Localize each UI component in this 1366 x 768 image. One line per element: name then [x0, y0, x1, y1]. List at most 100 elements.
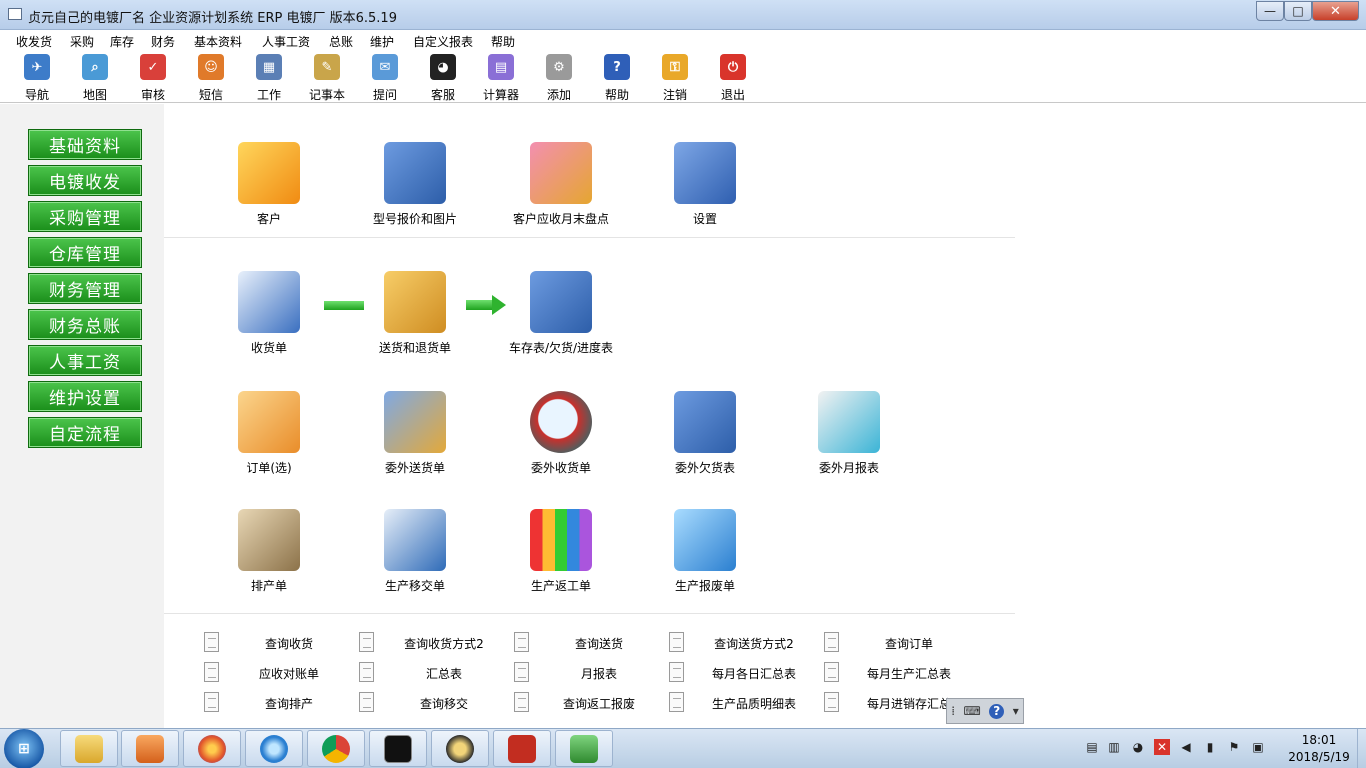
query-label: 查询收货 [264, 637, 313, 651]
toolbar-logout-button[interactable]: ⚿ 注销 [650, 54, 700, 102]
toolbar-work-button[interactable]: ▦ 工作 [244, 54, 294, 102]
menu-item-custom-reports[interactable]: 自定义报表 [413, 33, 473, 50]
taskbar-app-chrome[interactable] [307, 730, 365, 767]
menu-item-shipping[interactable]: 收发货 [16, 33, 52, 50]
toolbar-exit-button[interactable]: ⏻ 退出 [708, 54, 758, 102]
query-link[interactable]: 查询排产 [204, 690, 354, 718]
query-label: 查询返工报废 [562, 697, 635, 711]
maximize-button[interactable]: □ [1284, 1, 1312, 21]
query-link[interactable]: 每月各日汇总表 [669, 660, 819, 688]
chevron-down-icon[interactable]: ▾ [1013, 704, 1019, 718]
toolbar-calculator-button[interactable]: ▤ 计算器 [476, 54, 526, 102]
menu-item-maintenance[interactable]: 维护 [370, 33, 394, 50]
taskbar-app-filezilla[interactable] [493, 730, 551, 767]
delivery-return-tile[interactable]: 送货和退货单 [340, 271, 490, 361]
stock-backorder-progress-tile[interactable]: 车存表/欠货/进度表 [486, 271, 636, 361]
query-link[interactable]: 应收对账单 [204, 660, 354, 688]
toolbar-sms-button[interactable]: ☺ 短信 [186, 54, 236, 102]
help-icon[interactable]: ? [989, 703, 1005, 719]
settings-tile[interactable]: 设置 [630, 142, 780, 232]
help-icon: ? [604, 54, 630, 80]
query-link[interactable]: 查询返工报废 [514, 690, 664, 718]
action-center-icon[interactable]: ⚑ [1226, 739, 1242, 755]
clock-time[interactable]: 18:01 [1294, 733, 1344, 747]
outsource-backorder-tile[interactable]: 委外欠货表 [630, 391, 780, 481]
outsource-receiving-tile[interactable]: 委外收货单 [486, 391, 636, 481]
outsource-monthly-report-tile[interactable]: 委外月报表 [774, 391, 924, 481]
production-rework-tile[interactable]: 生产返工单 [486, 509, 636, 599]
query-label: 每月生产汇总表 [866, 667, 951, 681]
sidebar-basic-data-button[interactable]: 基础资料 [28, 129, 142, 160]
toolbar-map-button[interactable]: ⌕ 地图 [70, 54, 120, 102]
menu-item-basic-data[interactable]: 基本资料 [194, 33, 242, 50]
volume-icon[interactable]: ◀ [1178, 739, 1194, 755]
sidebar-purchase-button[interactable]: 采购管理 [28, 201, 142, 232]
query-link[interactable]: 查询订单 [824, 630, 974, 658]
minimize-button[interactable]: — [1256, 1, 1284, 21]
menu-item-inventory[interactable]: 库存 [110, 33, 134, 50]
toolbar-notepad-button[interactable]: ✎ 记事本 [302, 54, 352, 102]
taskbar-app-cmd[interactable] [369, 730, 427, 767]
outsource-delivery-tile[interactable]: 委外送货单 [340, 391, 490, 481]
toolbar-question-button[interactable]: ✉ 提问 [360, 54, 410, 102]
query-link[interactable]: 查询送货方式2 [669, 630, 819, 658]
sidebar-warehouse-button[interactable]: 仓库管理 [28, 237, 142, 268]
ime-toolbar[interactable]: ⁞ ⌨ ? ▾ [946, 698, 1024, 724]
production-schedule-tile[interactable]: 排产单 [194, 509, 344, 599]
sidebar-finance-button[interactable]: 财务管理 [28, 273, 142, 304]
query-link[interactable]: 查询移交 [359, 690, 509, 718]
sidebar-payroll-button[interactable]: 人事工资 [28, 345, 142, 376]
query-link[interactable]: 查询收货 [204, 630, 354, 658]
navigation-icon: ✈ [24, 54, 50, 80]
customer-tile[interactable]: 客户 [194, 142, 344, 232]
receivable-month-end-tile[interactable]: 客户应收月末盘点 [486, 142, 636, 232]
tile-label: 排产单 [250, 579, 287, 593]
query-link[interactable]: 查询收货方式2 [359, 630, 509, 658]
notepad-icon: ✎ [314, 54, 340, 80]
toolbar-navigate-button[interactable]: ✈ 导航 [12, 54, 62, 102]
menu-item-help[interactable]: 帮助 [491, 33, 515, 50]
taskbar-app-media-player[interactable] [121, 730, 179, 767]
usb-device-icon[interactable]: ▣ [1250, 739, 1266, 755]
taskbar-app-firefox[interactable] [183, 730, 241, 767]
tray-network-drive-icon[interactable]: ▥ [1106, 739, 1122, 755]
taskbar-app-explorer[interactable] [60, 730, 118, 767]
menu-item-finance[interactable]: 财务 [151, 33, 175, 50]
production-transfer-tile[interactable]: 生产移交单 [340, 509, 490, 599]
close-button[interactable]: ✕ [1312, 1, 1359, 21]
menu-item-ledger[interactable]: 总账 [329, 33, 353, 50]
tray-qq-icon[interactable]: ◕ [1130, 739, 1146, 755]
clock-date[interactable]: 2018/5/19 [1282, 750, 1356, 764]
production-scrap-tile[interactable]: 生产报废单 [630, 509, 780, 599]
windows-logo-icon: ⊞ [18, 741, 30, 757]
query-link[interactable]: 查询送货 [514, 630, 664, 658]
show-desktop-button[interactable] [1357, 729, 1366, 768]
taskbar-app-excel[interactable] [555, 730, 613, 767]
model-quote-tile[interactable]: 型号报价和图片 [340, 142, 490, 232]
query-link[interactable]: 每月生产汇总表 [824, 660, 974, 688]
menu-item-payroll[interactable]: 人事工资 [262, 33, 310, 50]
toolbar-help-button[interactable]: ? 帮助 [592, 54, 642, 102]
order-tile[interactable]: 订单(选) [194, 391, 344, 481]
keyboard-icon[interactable]: ⌨ [964, 704, 981, 718]
query-link[interactable]: 汇总表 [359, 660, 509, 688]
taskbar-app-ie[interactable] [245, 730, 303, 767]
tile-label: 生产返工单 [530, 579, 591, 593]
start-button[interactable]: ⊞ [4, 729, 44, 768]
tray-printer-icon[interactable]: ▤ [1084, 739, 1100, 755]
taskbar-app-ultraedit[interactable] [431, 730, 489, 767]
receiving-tile[interactable]: 收货单 [194, 271, 344, 361]
menu-item-purchase[interactable]: 采购 [70, 33, 94, 50]
sidebar-maintenance-button[interactable]: 维护设置 [28, 381, 142, 412]
tray-antivirus-icon[interactable]: ✕ [1154, 739, 1170, 755]
sidebar-ledger-button[interactable]: 财务总账 [28, 309, 142, 340]
query-link[interactable]: 生产品质明细表 [669, 690, 819, 718]
toolbar-support-button[interactable]: ◕ 客服 [418, 54, 468, 102]
network-signal-icon[interactable]: ▮ [1202, 739, 1218, 755]
toolbar-audit-button[interactable]: ✓ 审核 [128, 54, 178, 102]
query-link[interactable]: 月报表 [514, 660, 664, 688]
toolbar-add-button[interactable]: ⚙ 添加 [534, 54, 584, 102]
sidebar-plating-button[interactable]: 电镀收发 [28, 165, 142, 196]
title-bar: 贞元自己的电镀厂名 企业资源计划系统 ERP 电镀厂 版本6.5.19 — □ … [0, 0, 1366, 30]
sidebar-workflow-button[interactable]: 自定流程 [28, 417, 142, 448]
